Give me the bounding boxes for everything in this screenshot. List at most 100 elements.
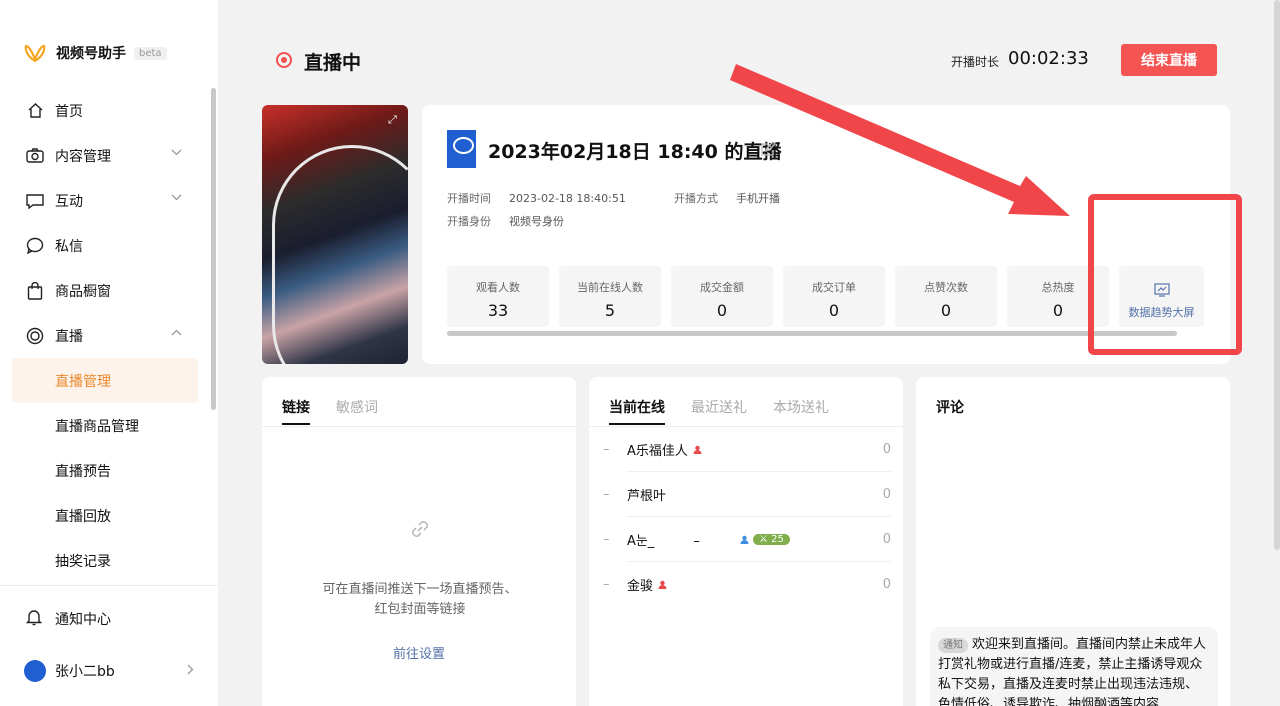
list-item[interactable]: – A눈_ – ⚔ 25 0 (603, 517, 891, 562)
chevron-down-icon (171, 194, 182, 201)
stat-orders: 成交订单 0 (783, 266, 885, 327)
tab-session-gifts[interactable]: 本场送礼 (773, 397, 829, 423)
level-badge: ⚔ 25 (753, 534, 790, 545)
nav-sub-live-manage[interactable]: 直播管理 (12, 358, 198, 403)
male-user-icon (740, 535, 749, 544)
stat-value: 0 (716, 301, 728, 320)
trend-label: 数据趋势大屏 (1128, 306, 1195, 319)
live-title: 2023年02月18日 18:40 的直播 (488, 141, 782, 163)
level-value: 25 (771, 534, 784, 545)
page-title: 直播中 (304, 52, 362, 74)
bell-icon (25, 608, 44, 630)
method-value: 手机开播 (736, 192, 780, 205)
nav-item-home[interactable]: 首页 (0, 88, 210, 133)
identity-value: 视频号身份 (509, 215, 564, 228)
identity-field: 开播身份 视频号身份 (447, 213, 564, 229)
viewer-name: A乐福佳人 (627, 444, 688, 459)
nav-sub-live-replay[interactable]: 直播回放 (0, 493, 210, 538)
tab-links[interactable]: 链接 (282, 397, 310, 425)
stat-viewers: 观看人数 33 (447, 266, 549, 327)
notice-tag: 通知 (938, 638, 968, 653)
system-notice: 通知 欢迎来到直播间。直播间内禁止未成年人打赏礼物或进行直播/连麦，禁止主播诱导观… (930, 627, 1218, 706)
end-live-button[interactable]: 结束直播 (1121, 44, 1217, 76)
nav-item-messages[interactable]: 私信 (0, 223, 210, 268)
stat-label: 当前在线人数 (577, 281, 643, 294)
stat-value: 0 (1052, 301, 1064, 320)
nav-item-label: 直播 (55, 328, 83, 345)
sidebar-divider (0, 585, 218, 586)
stat-value: 33 (487, 301, 509, 320)
user-profile[interactable]: 张小二bb (24, 660, 194, 682)
message-icon (26, 192, 44, 210)
nav-item-interaction[interactable]: 互动 (0, 178, 210, 223)
stat-label: 成交金额 (700, 281, 744, 294)
user-name: 张小二bb (55, 664, 115, 680)
gift-count: 0 (882, 577, 891, 592)
shopping-bag-icon (26, 281, 44, 300)
go-settings-link[interactable]: 前往设置 (262, 643, 576, 662)
stats-row: 观看人数 33 当前在线人数 5 成交金额 0 成交订单 0 点赞次数 0 总热度 0 数据… (447, 266, 1204, 327)
stat-label: 总热度 (1041, 281, 1075, 294)
links-card: 链接 敏感词 可在直播间推送下一场直播预告、红包封面等链接 前往设置 (262, 377, 576, 706)
nav-item-label: 互动 (55, 193, 83, 210)
nav-sub-live-products[interactable]: 直播商品管理 (0, 403, 210, 448)
list-item[interactable]: – 芦根叶 0 (603, 472, 891, 517)
comments-card: 评论 通知 欢迎来到直播间。直播间内禁止未成年人打赏礼物或进行直播/连麦，禁止主播… (916, 377, 1230, 706)
stat-label: 观看人数 (476, 281, 520, 294)
tab-recent-gifts[interactable]: 最近送礼 (691, 397, 747, 423)
start-time-value: 2023-02-18 18:40:51 (509, 192, 626, 205)
identity-label: 开播身份 (447, 215, 491, 228)
links-tabs: 链接 敏感词 (282, 397, 404, 425)
online-card: 当前在线 最近送礼 本场送礼 – A乐福佳人 0 – 芦根叶 0 – A눈_ –… (589, 377, 903, 706)
tab-sensitive-words[interactable]: 敏感词 (336, 397, 378, 423)
duration-value: 00:02:33 (1008, 48, 1089, 69)
female-user-icon (693, 445, 702, 454)
nav-item-live[interactable]: 直播 (0, 313, 210, 358)
rank-dash: – (603, 577, 610, 592)
viewer-name: A눈_ – (627, 534, 700, 549)
brand-logo-icon (24, 44, 46, 63)
online-tabs: 当前在线 最近送礼 本场送礼 (609, 397, 855, 425)
edit-icon[interactable] (760, 141, 776, 157)
duration-label: 开播时长 (951, 55, 1000, 69)
viewer-name: 芦根叶 (627, 489, 667, 504)
camera-icon (26, 147, 44, 165)
page-scrollbar[interactable] (1274, 0, 1280, 550)
live-preview[interactable]: ⤢ (262, 105, 408, 364)
comments-title: 评论 (936, 400, 964, 416)
rank-dash: – (603, 442, 610, 457)
stat-value: 5 (604, 301, 616, 320)
expand-icon[interactable]: ⤢ (388, 113, 402, 127)
avatar (24, 660, 46, 682)
nav-sub-lottery-records[interactable]: 抽奖记录 (0, 538, 210, 583)
link-icon (412, 521, 428, 537)
stat-value: 0 (940, 301, 952, 320)
sidebar-scrollbar[interactable] (211, 88, 216, 410)
nav-menu: 首页 内容管理 互动 私信 商品橱窗 直播 直播管理 直播商品管理 直播预告 直… (0, 88, 210, 583)
stats-scrollbar[interactable] (447, 331, 1177, 336)
chevron-down-icon (171, 149, 182, 156)
method-label: 开播方式 (674, 192, 718, 205)
sidebar: 视频号助手 beta 首页 内容管理 互动 私信 商品橱窗 直播 直播管理 直播… (0, 0, 218, 706)
tab-current-online[interactable]: 当前在线 (609, 397, 665, 425)
live-info-card: 2023年02月18日 18:40 的直播 开播时间 2023-02-18 18:… (422, 105, 1230, 364)
method-field: 开播方式 手机开播 (674, 190, 780, 206)
home-icon (26, 102, 44, 120)
list-item[interactable]: – A乐福佳人 0 (603, 427, 891, 472)
nav-item-notifications[interactable]: 通知中心 (25, 608, 111, 630)
rank-dash: – (603, 487, 610, 502)
nav-item-label: 首页 (55, 103, 83, 120)
start-time-label: 开播时间 (447, 192, 491, 205)
rank-dash: – (603, 532, 610, 547)
stat-heat: 总热度 0 (1007, 266, 1109, 327)
data-trend-screen-button[interactable]: 数据趋势大屏 (1119, 266, 1204, 327)
nav-item-shop[interactable]: 商品橱窗 (0, 268, 210, 313)
nav-item-content[interactable]: 内容管理 (0, 133, 210, 178)
nav-sub-live-preview[interactable]: 直播预告 (0, 448, 210, 493)
viewer-name: 金骏 (627, 579, 654, 594)
brand-name: 视频号助手 (56, 46, 126, 62)
brand[interactable]: 视频号助手 beta (24, 42, 167, 64)
list-item[interactable]: – 金骏 0 (603, 562, 891, 607)
nav-item-label: 私信 (55, 238, 83, 255)
female-user-icon (658, 580, 667, 589)
